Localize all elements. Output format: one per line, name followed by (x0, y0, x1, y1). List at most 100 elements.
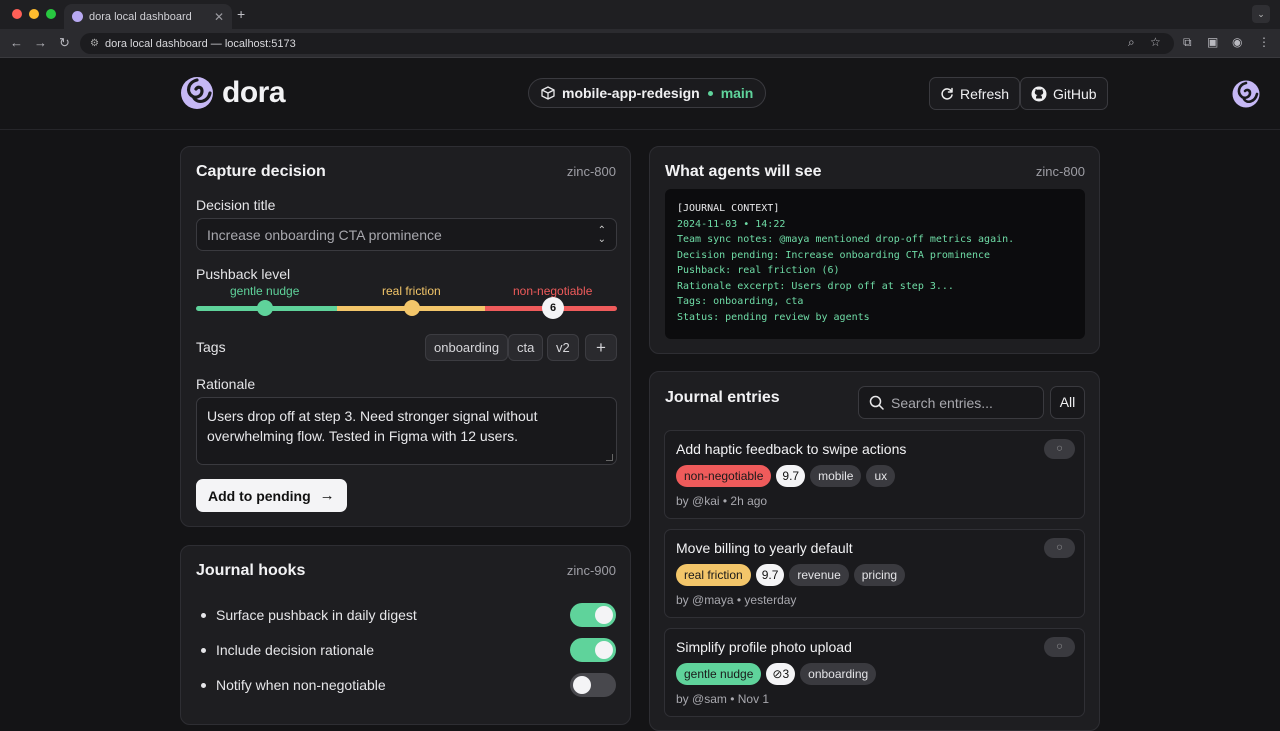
slider-knob[interactable]: 6 (542, 297, 564, 319)
add-to-pending-label: Add to pending (208, 487, 311, 504)
stop-dot-gentle[interactable] (257, 300, 273, 316)
favicon-icon (72, 11, 83, 22)
entry-tag[interactable]: onboarding (800, 663, 877, 685)
forward-icon[interactable]: → (34, 35, 47, 50)
entry-title: Simplify profile photo upload (676, 639, 852, 655)
journal-hooks-card: Journal hooks zinc-900 Surface pushback … (180, 545, 631, 725)
reload-icon[interactable]: ↻ (59, 35, 70, 51)
hook-label: Notify when non-negotiable (216, 677, 386, 693)
capture-decision-card: Capture decision zinc-800 Decision title… (180, 146, 631, 527)
new-tab-button[interactable]: + (237, 6, 245, 22)
maximize-window-button[interactable] (46, 9, 56, 19)
journal-entry[interactable]: Move billing to yearly default ◌ real fric… (664, 529, 1085, 618)
browser-toolbar: ← → ↻ ⚙ dora local dashboard — localhost… (0, 29, 1280, 58)
github-icon (1031, 86, 1047, 101)
address-text: dora local dashboard — localhost:5173 (104, 37, 296, 50)
resize-grip-icon[interactable] (606, 454, 613, 461)
journal-entry[interactable]: Simplify profile photo upload ◌ gentle nud… (664, 628, 1085, 717)
hook-toggle[interactable] (570, 673, 616, 697)
level-label-gentle: gentle nudge (230, 284, 300, 298)
search-input[interactable]: Search entries... (858, 386, 1044, 419)
menu-kebab-icon[interactable]: ⋮ (1258, 35, 1270, 49)
site-settings-icon[interactable]: ⚙ (90, 38, 99, 49)
entry-tag[interactable]: ux (866, 465, 896, 487)
project-name: mobile-app-redesign (562, 85, 700, 101)
tag-chip[interactable]: v2 (547, 334, 579, 361)
tab-search-button[interactable]: ⌄ (1252, 5, 1270, 23)
score-badge: 9.7 (776, 465, 806, 487)
terminal-line: 2024-11-03 • 14:22 (677, 218, 786, 230)
refresh-button[interactable]: Refresh (929, 77, 1021, 110)
window-controls (12, 9, 56, 19)
address-bar[interactable]: ⚙ dora local dashboard — localhost:5173 (80, 33, 1174, 54)
zoom-icon[interactable]: ⌕ (1128, 35, 1135, 50)
tag-chip[interactable]: cta (508, 334, 544, 361)
github-button[interactable]: GitHub (1020, 77, 1108, 110)
rationale-label: Rationale (196, 376, 256, 392)
bullet-icon (201, 612, 206, 618)
toggle-knob (595, 641, 613, 659)
level-label-nonneg: non-negotiable (513, 284, 593, 298)
entry-tag[interactable]: revenue (789, 564, 849, 586)
capture-title: Capture decision (196, 163, 326, 180)
project-branch-pill[interactable]: mobile-app-redesign main (528, 78, 767, 108)
pushback-level-badge[interactable]: real friction (676, 564, 751, 586)
hook-toggle[interactable] (570, 603, 616, 627)
profile-icon[interactable]: ◉ (1232, 35, 1242, 49)
journal-entry[interactable]: Add haptic feedback to swipe actions ◌ non… (664, 430, 1085, 519)
side-panel-icon[interactable]: ▣ (1207, 35, 1218, 49)
dora-logo-icon (181, 77, 213, 109)
tab-close-icon[interactable]: ✕ (214, 10, 224, 24)
browser-tab-bar: dora local dashboard ✕ + ⌄ (0, 0, 1280, 29)
entry-tags: non-negotiable 9.7 mobile ux (676, 465, 896, 487)
level-label-friction: real friction (382, 284, 441, 298)
tag-chip[interactable]: onboarding (425, 334, 509, 361)
pushback-level-badge[interactable]: gentle nudge (676, 663, 762, 685)
branch-status-dot (707, 90, 713, 96)
hook-label: Surface pushback in daily digest (216, 607, 417, 623)
entry-tag[interactable]: pricing (853, 564, 906, 586)
hook-item: Notify when non-negotiable (201, 677, 386, 693)
hook-item: Surface pushback in daily digest (201, 607, 417, 623)
extensions-icon[interactable]: ⧉ (1183, 35, 1192, 50)
filter-all-button[interactable]: All (1050, 386, 1085, 419)
user-avatar-icon[interactable] (1232, 80, 1260, 108)
minimize-window-button[interactable] (29, 9, 39, 19)
add-tag-button[interactable]: + (585, 334, 617, 361)
entry-meta: by @maya • yesterday (676, 593, 797, 607)
refresh-icon (941, 87, 953, 100)
bullet-icon (201, 682, 206, 688)
bullet-icon (201, 647, 206, 653)
hook-toggle[interactable] (570, 638, 616, 662)
search-placeholder: Search entries... (891, 394, 993, 411)
journal-title: Journal entries (665, 389, 780, 406)
close-window-button[interactable] (12, 9, 22, 19)
entry-status-icon[interactable]: ◌ (1044, 439, 1075, 459)
terminal-line: Status: pending review by agents (677, 311, 870, 323)
github-label: GitHub (1053, 85, 1097, 102)
entry-tags: real friction 9.7 revenue pricing (676, 564, 906, 586)
rationale-textarea[interactable]: Users drop off at step 3. Need stronger … (196, 397, 617, 465)
hook-item: Include decision rationale (201, 642, 374, 658)
cube-icon (541, 86, 555, 100)
entry-status-icon[interactable]: ◌ (1044, 538, 1075, 558)
entry-status-icon[interactable]: ◌ (1044, 637, 1075, 657)
back-icon[interactable]: ← (10, 35, 23, 50)
logo[interactable]: dora (180, 76, 286, 110)
score-badge: ⊘3 (766, 663, 796, 685)
stop-dot-friction[interactable] (404, 300, 420, 316)
pushback-level-badge[interactable]: non-negotiable (676, 465, 772, 487)
entry-tags: gentle nudge ⊘3 onboarding (676, 663, 877, 685)
entry-meta: by @kai • 2h ago (676, 494, 768, 508)
add-to-pending-button[interactable]: Add to pending → (196, 479, 347, 512)
entry-tag[interactable]: mobile (810, 465, 862, 487)
decision-title-select[interactable]: Increase onboarding CTA prominence ⌃ ⌄ (196, 218, 617, 251)
browser-tab[interactable]: dora local dashboard ✕ (64, 4, 232, 29)
terminal-line: Team sync notes: @maya mentioned drop-of… (677, 234, 1015, 245)
terminal-line: Pushback: real friction (6) (677, 265, 840, 276)
pushback-slider[interactable]: gentle nudge real friction non-negotiabl… (196, 284, 617, 324)
bookmark-star-icon[interactable]: ☆ (1150, 35, 1161, 49)
capture-theme-tag: zinc-800 (566, 164, 616, 179)
score-badge: 9.7 (755, 564, 785, 586)
updown-chevron-icon: ⌃ ⌄ (597, 225, 606, 245)
